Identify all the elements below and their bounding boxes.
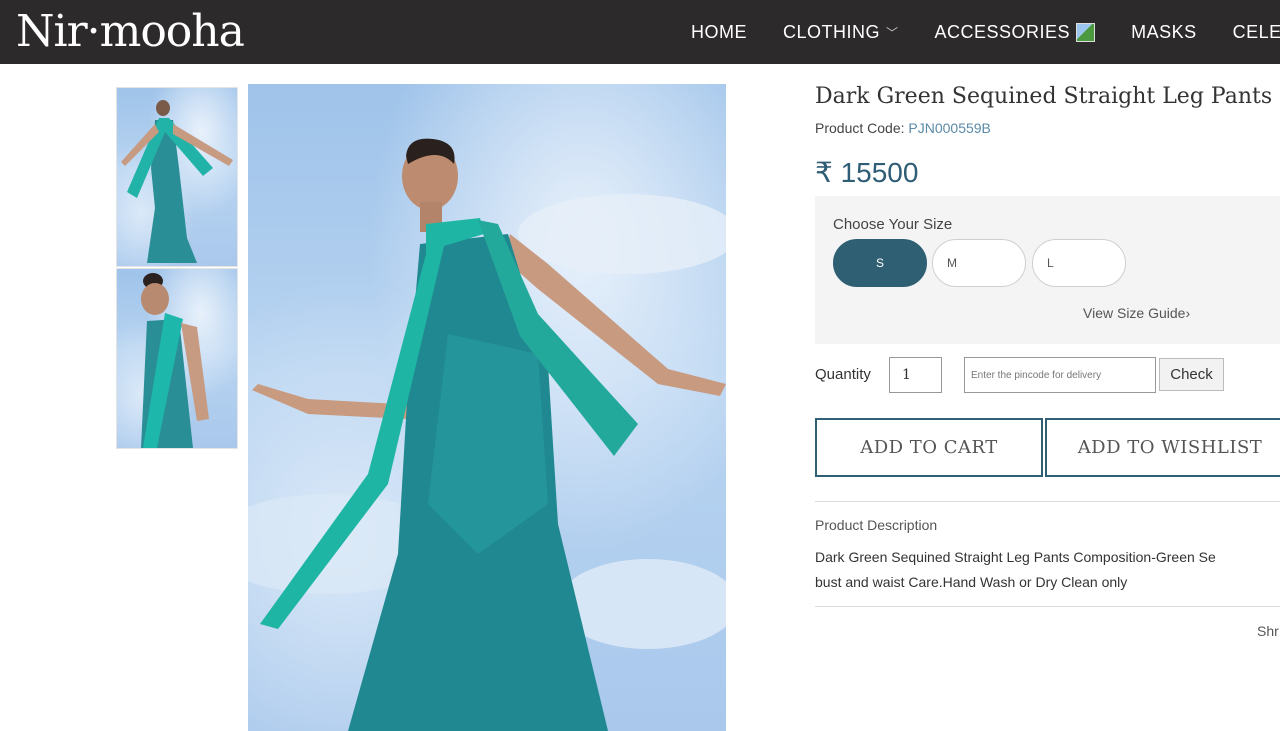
size-guide-link[interactable]: View Size Guide› [1083, 305, 1190, 321]
model-figure [141, 273, 209, 448]
model-figure [121, 100, 233, 263]
product-title: Dark Green Sequined Straight Leg Pants [815, 84, 1273, 109]
size-selector: Choose Your Size S M L View Size Guide› [815, 196, 1280, 344]
nav-item-accessories[interactable]: ACCESSORIES [935, 22, 1096, 43]
chevron-down-icon: ﹀ [886, 25, 899, 40]
pincode-input[interactable] [964, 357, 1156, 393]
brand-logo[interactable]: Nir·mooha [16, 4, 245, 60]
product-price: ₹ 15500 [815, 157, 919, 188]
nav-item-clothing[interactable]: CLOTHING ﹀ [783, 22, 899, 43]
description-line: Dark Green Sequined Straight Leg Pants C… [815, 549, 1216, 565]
product-thumbnail-1[interactable] [116, 87, 238, 267]
nav-item-label: MASKS [1131, 21, 1197, 42]
product-code-value: PJN000559B [908, 120, 991, 136]
site-header: Nir·mooha HOME CLOTHING ﹀ ACCESSORIES MAS… [0, 0, 1280, 64]
product-thumbnail-2[interactable] [116, 268, 238, 449]
quantity-label: Quantity [815, 366, 871, 383]
share-link[interactable]: Shr [1257, 623, 1279, 639]
product-code: Product Code: PJN000559B [815, 120, 991, 136]
add-to-wishlist-button[interactable]: ADD TO WISHLIST [1045, 418, 1280, 477]
size-option-l[interactable]: L [1032, 239, 1126, 287]
nav-item-label: HOME [691, 21, 747, 42]
nav-item-label: ACCESSORIES [934, 21, 1071, 42]
size-label: Choose Your Size [833, 216, 953, 233]
nav-item-label: CLOTHING [783, 21, 881, 42]
description-text: Dark Green Sequined Straight Leg Pants C… [815, 545, 1280, 595]
nav-item-celebrity[interactable]: CELEBR [1233, 22, 1280, 43]
model-figure [248, 138, 726, 731]
product-code-label: Product Code: [815, 120, 905, 136]
description-line: bust and waist Care.Hand Wash or Dry Cle… [815, 574, 1128, 590]
nav-item-home[interactable]: HOME [691, 22, 747, 43]
check-pincode-button[interactable]: Check [1159, 358, 1224, 391]
size-option-m[interactable]: M [932, 239, 1026, 287]
size-option-s[interactable]: S [833, 239, 927, 287]
divider [815, 501, 1280, 502]
add-to-cart-button[interactable]: ADD TO CART [815, 418, 1043, 477]
main-nav: HOME CLOTHING ﹀ ACCESSORIES MASKS CELEBR [691, 0, 1280, 64]
nav-item-label: CELEBR [1232, 21, 1280, 42]
product-main-image[interactable] [248, 84, 726, 731]
image-icon [1076, 22, 1096, 42]
quantity-input[interactable] [889, 357, 942, 393]
divider [815, 606, 1280, 607]
description-heading: Product Description [815, 517, 938, 533]
nav-item-masks[interactable]: MASKS [1131, 22, 1197, 43]
